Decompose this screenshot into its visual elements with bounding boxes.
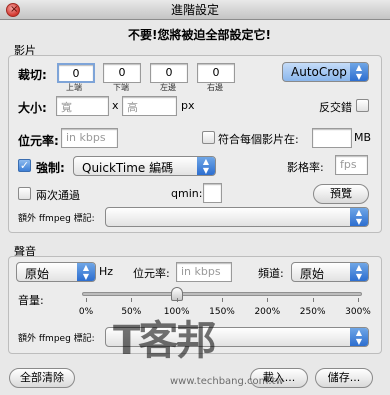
px-unit: px	[181, 99, 195, 112]
height-field[interactable]: 高	[122, 96, 177, 116]
save-button[interactable]: 儲存...	[315, 368, 373, 388]
framerate-label: 影格率:	[287, 161, 324, 174]
crop-left-field[interactable]: 0	[150, 63, 188, 83]
crop-right-field[interactable]: 0	[197, 63, 235, 83]
codec-popup[interactable]: QuickTime 編碼 ▲ ▼	[73, 156, 216, 176]
video-bitrate-field[interactable]: in kbps	[61, 128, 118, 148]
popup-arrows-icon: ▲ ▼	[350, 263, 368, 281]
popup-arrows-icon: ▲ ▼	[350, 63, 368, 81]
fit-size-label: 符合每個影片在:	[218, 133, 299, 146]
qmin-field[interactable]	[203, 183, 222, 203]
video-extra-flags-combo[interactable]: ▲ ▼	[105, 207, 369, 227]
warning-text: 不要!您將被迫全部設定它!	[128, 28, 271, 42]
deinterlace-checkbox[interactable]	[356, 99, 369, 112]
video-extra-flags-label: 額外 ffmpeg 標記:	[18, 214, 95, 224]
autocrop-popup[interactable]: AutoCrop ▲ ▼	[282, 62, 369, 82]
hz-unit: Hz	[99, 265, 114, 278]
deinterlace-label: 反交錯	[319, 101, 352, 114]
width-field[interactable]: 寬	[56, 96, 109, 116]
volume-tick-label: 250%	[299, 307, 326, 317]
codec-value: QuickTime 編碼	[82, 161, 174, 175]
audio-bitrate-label: 位元率:	[133, 267, 170, 280]
volume-tick-mark	[358, 298, 359, 302]
popup-arrows-icon: ▲ ▼	[350, 208, 368, 226]
title-bar: × 進階設定	[0, 0, 390, 20]
crop-top-caption: 上端	[66, 83, 82, 92]
volume-label: 音量:	[18, 294, 44, 307]
volume-tick-mark	[176, 298, 178, 302]
watermark-logo: T客邦	[113, 318, 216, 364]
fit-size-checkbox[interactable]	[202, 131, 215, 144]
audio-bitrate-field[interactable]: in kbps	[176, 262, 232, 282]
volume-slider-track[interactable]	[82, 292, 362, 296]
volume-tick-mark	[267, 298, 269, 302]
times-sign: x	[112, 99, 119, 112]
popup-arrows-icon: ▲ ▼	[77, 263, 95, 281]
samplerate-popup[interactable]: 原始 ▲ ▼	[16, 262, 96, 282]
crop-left-caption: 左邊	[160, 83, 176, 92]
autocrop-value: AutoCrop	[291, 65, 347, 79]
crop-right-caption: 右邊	[207, 83, 223, 92]
volume-tick-label: 200%	[254, 307, 281, 317]
volume-tick-mark	[131, 298, 133, 302]
size-label: 大小:	[18, 101, 47, 115]
close-icon: ×	[10, 4, 19, 15]
crop-top-field[interactable]: 0	[57, 63, 95, 83]
volume-tick-mark	[312, 298, 314, 302]
crop-label: 裁切:	[18, 68, 47, 82]
crop-bottom-caption: 下端	[113, 83, 129, 92]
watermark-url: www.techbang.com.tw	[170, 376, 284, 387]
force-label: 強制:	[36, 161, 65, 175]
crop-bottom-field[interactable]: 0	[103, 63, 141, 83]
check-icon: ✓	[19, 159, 30, 172]
force-codec-checkbox[interactable]: ✓	[18, 159, 31, 172]
channels-label: 頻道:	[258, 267, 284, 280]
close-button[interactable]: ×	[6, 3, 20, 17]
mb-unit: MB	[354, 131, 372, 144]
qmin-label: qmin:	[171, 187, 203, 200]
popup-arrows-icon: ▲ ▼	[350, 328, 368, 346]
framerate-field[interactable]: fps	[335, 155, 368, 175]
volume-tick-label: 0%	[78, 307, 94, 317]
audio-extra-flags-label: 額外 ffmpeg 標記:	[18, 334, 95, 344]
fit-size-field[interactable]	[312, 128, 352, 148]
volume-tick-mark	[222, 298, 223, 302]
preview-button[interactable]: 預覽	[313, 184, 369, 204]
volume-tick-label: 300%	[345, 307, 371, 317]
window-title: 進階設定	[170, 3, 219, 17]
bitrate-label: 位元率:	[18, 134, 59, 148]
channels-value: 原始	[300, 267, 325, 281]
samplerate-value: 原始	[25, 267, 50, 281]
channels-popup[interactable]: 原始 ▲ ▼	[291, 262, 369, 282]
clear-all-button[interactable]: 全部清除	[9, 368, 75, 388]
two-pass-checkbox[interactable]	[18, 187, 31, 200]
volume-tick-mark	[86, 298, 87, 302]
two-pass-label: 兩次通過	[36, 189, 80, 202]
popup-arrows-icon: ▲ ▼	[197, 157, 215, 175]
